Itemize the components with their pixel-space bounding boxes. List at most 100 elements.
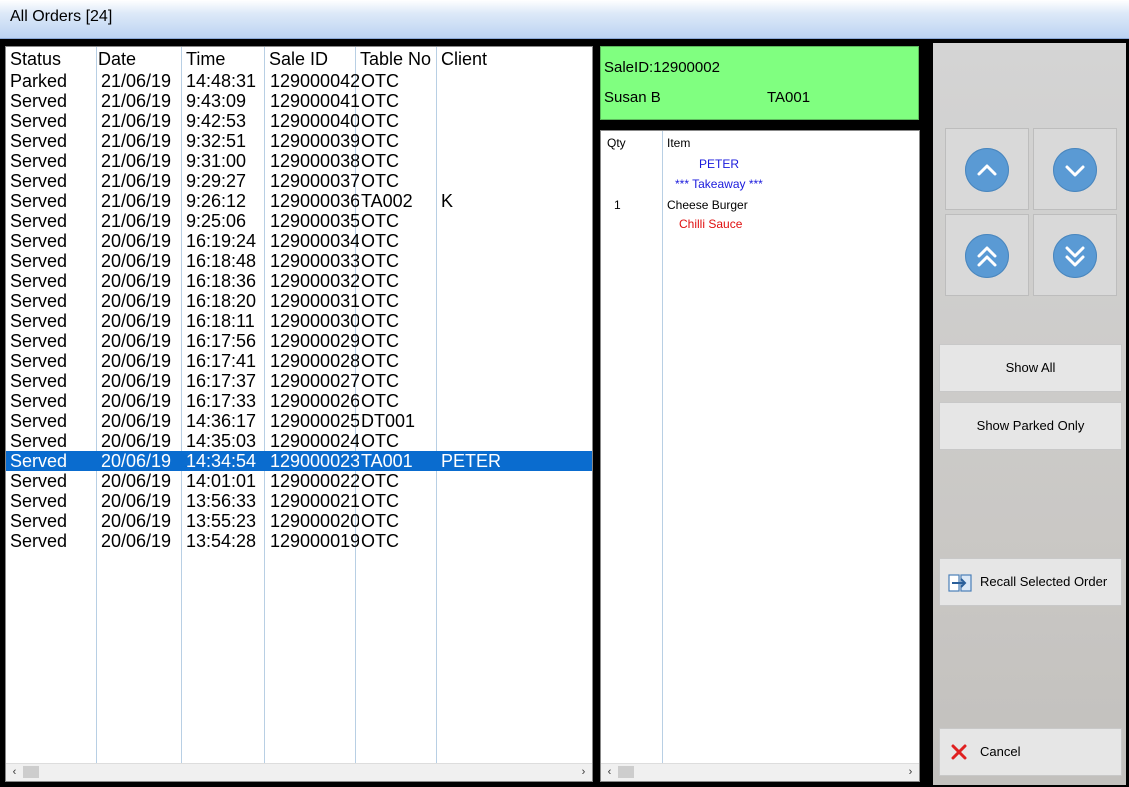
order-cell-status: Served xyxy=(10,331,68,351)
scroll-thumb[interactable] xyxy=(618,766,634,778)
order-row[interactable]: Served 21/06/19 9:32:51 129000039 OTC xyxy=(6,131,592,151)
order-cell-status: Served xyxy=(10,251,68,271)
column-header-client[interactable]: Client xyxy=(441,49,487,69)
customer-name: Susan B xyxy=(604,89,661,106)
order-cell-time: 9:26:12 xyxy=(186,191,247,211)
order-row[interactable]: Served 20/06/19 13:54:28 129000019 OTC xyxy=(6,531,592,551)
column-divider xyxy=(662,131,663,765)
scroll-left-icon[interactable]: ‹ xyxy=(6,764,23,781)
orders-rows: Parked 21/06/19 14:48:31 129000042 OTC Served… xyxy=(6,71,592,551)
scroll-bottom-button[interactable] xyxy=(1033,214,1117,296)
order-cell-time: 14:01:01 xyxy=(186,471,257,491)
order-cell-sale-id: 129000037 xyxy=(270,171,359,191)
order-row[interactable]: Served 20/06/19 13:56:33 129000021 OTC xyxy=(6,491,592,511)
order-row[interactable]: Served 20/06/19 16:18:48 129000033 OTC xyxy=(6,251,592,271)
orders-list[interactable]: Status Date Time Sale ID Table No Client… xyxy=(5,46,593,782)
order-row[interactable]: Parked 21/06/19 14:48:31 129000042 OTC xyxy=(6,71,592,91)
order-row[interactable]: Served 21/06/19 9:42:53 129000040 OTC xyxy=(6,111,592,131)
order-cell-table: OTC xyxy=(361,211,399,231)
column-header-table-no[interactable]: Table No xyxy=(360,49,431,69)
order-row[interactable]: Served 20/06/19 16:17:56 129000029 OTC xyxy=(6,331,592,351)
order-cell-status: Served xyxy=(10,471,68,491)
recall-selected-order-button[interactable]: Recall Selected Order xyxy=(939,558,1122,606)
order-cell-sale-id: 129000034 xyxy=(270,231,359,251)
order-row[interactable]: Served 20/06/19 16:17:33 129000026 OTC xyxy=(6,391,592,411)
order-cell-status: Served xyxy=(10,491,68,511)
order-row[interactable]: Served 20/06/19 16:18:20 129000031 OTC xyxy=(6,291,592,311)
orders-horizontal-scrollbar[interactable]: ‹ › xyxy=(6,763,592,781)
order-cell-sale-id: 129000033 xyxy=(270,251,359,271)
order-cell-table: OTC xyxy=(361,111,399,131)
order-row[interactable]: Served 20/06/19 16:18:11 129000030 OTC xyxy=(6,311,592,331)
order-cell-sale-id: 129000030 xyxy=(270,311,359,331)
order-row[interactable]: Served 20/06/19 13:55:23 129000020 OTC xyxy=(6,511,592,531)
order-cell-status: Served xyxy=(10,271,68,291)
selected-sale-header: SaleID:12900002 Susan B TA001 xyxy=(600,46,919,120)
order-row[interactable]: Served 21/06/19 9:25:06 129000035 OTC xyxy=(6,211,592,231)
order-cell-table: OTC xyxy=(361,131,399,151)
order-row[interactable]: Served 20/06/19 14:35:03 129000024 OTC xyxy=(6,431,592,451)
sale-items-list[interactable]: Qty Item PETER *** Takeaway *** 1 Cheese… xyxy=(600,130,920,782)
scroll-left-icon[interactable]: ‹ xyxy=(601,764,618,781)
order-cell-date: 20/06/19 xyxy=(101,271,172,291)
scroll-thumb[interactable] xyxy=(23,766,39,778)
order-row[interactable]: Served 21/06/19 9:31:00 129000038 OTC xyxy=(6,151,592,171)
show-all-button[interactable]: Show All xyxy=(939,344,1122,392)
order-cell-status: Served xyxy=(10,531,68,551)
scroll-top-button[interactable] xyxy=(945,214,1029,296)
order-cell-status: Served xyxy=(10,291,68,311)
order-row[interactable]: Served 21/06/19 9:26:12 129000036 TA002 K xyxy=(6,191,592,211)
order-cell-client: PETER xyxy=(441,451,502,471)
order-cell-status: Parked xyxy=(10,71,68,91)
order-cell-table: OTC xyxy=(361,431,399,451)
order-cell-sale-id: 129000036 xyxy=(270,191,359,211)
order-row[interactable]: Served 20/06/19 14:34:54 129000023 TA001 PETE… xyxy=(6,451,592,471)
order-row[interactable]: Served 21/06/19 9:29:27 129000037 OTC xyxy=(6,171,592,191)
order-cell-table: OTC xyxy=(361,291,399,311)
item-qty: 1 xyxy=(614,198,621,212)
order-cell-table: OTC xyxy=(361,511,399,531)
cancel-button[interactable]: Cancel xyxy=(939,728,1122,776)
order-cell-time: 16:18:48 xyxy=(186,251,257,271)
order-cell-date: 20/06/19 xyxy=(101,331,172,351)
order-cell-table: OTC xyxy=(361,91,399,111)
scroll-right-icon[interactable]: › xyxy=(902,764,919,781)
order-row[interactable]: Served 20/06/19 14:01:01 129000022 OTC xyxy=(6,471,592,491)
order-cell-sale-id: 129000022 xyxy=(270,471,359,491)
show-parked-only-button[interactable]: Show Parked Only xyxy=(939,402,1122,450)
items-horizontal-scrollbar[interactable]: ‹ › xyxy=(601,763,919,781)
order-cell-table: OTC xyxy=(361,171,399,191)
order-row[interactable]: Served 20/06/19 16:17:41 129000028 OTC xyxy=(6,351,592,371)
order-row[interactable]: Served 20/06/19 16:19:24 129000034 OTC xyxy=(6,231,592,251)
order-cell-table: OTC xyxy=(361,371,399,391)
order-cell-time: 16:18:11 xyxy=(186,311,255,331)
column-header-time[interactable]: Time xyxy=(186,49,225,69)
order-cell-time: 9:29:27 xyxy=(186,171,247,191)
order-cell-date: 21/06/19 xyxy=(101,211,172,231)
order-cell-table: OTC xyxy=(361,471,399,491)
order-cell-date: 21/06/19 xyxy=(101,91,172,111)
order-cell-table: TA002 xyxy=(361,191,413,211)
order-row[interactable]: Served 20/06/19 16:17:37 129000027 OTC xyxy=(6,371,592,391)
order-cell-time: 9:31:00 xyxy=(186,151,247,171)
scroll-up-button[interactable] xyxy=(945,128,1029,210)
order-row[interactable]: Served 20/06/19 16:18:36 129000032 OTC xyxy=(6,271,592,291)
order-cell-sale-id: 129000031 xyxy=(270,291,359,311)
order-row[interactable]: Served 20/06/19 14:36:17 129000025 DT001 xyxy=(6,411,592,431)
order-cell-date: 21/06/19 xyxy=(101,171,172,191)
scroll-down-button[interactable] xyxy=(1033,128,1117,210)
order-cell-date: 20/06/19 xyxy=(101,431,172,451)
order-cell-time: 16:18:36 xyxy=(186,271,257,291)
order-cell-sale-id: 129000039 xyxy=(270,131,359,151)
order-cell-sale-id: 129000041 xyxy=(270,91,359,111)
order-cell-status: Served xyxy=(10,371,68,391)
column-header-sale-id[interactable]: Sale ID xyxy=(269,49,328,69)
table-number: TA001 xyxy=(767,89,811,106)
scroll-right-icon[interactable]: › xyxy=(575,764,592,781)
recall-arrow-icon xyxy=(948,574,972,592)
recall-selected-order-label: Recall Selected Order xyxy=(980,574,1108,589)
column-header-status[interactable]: Status xyxy=(10,49,61,69)
column-header-date[interactable]: Date xyxy=(98,49,136,69)
order-row[interactable]: Served 21/06/19 9:43:09 129000041 OTC xyxy=(6,91,592,111)
order-cell-status: Served xyxy=(10,411,68,431)
